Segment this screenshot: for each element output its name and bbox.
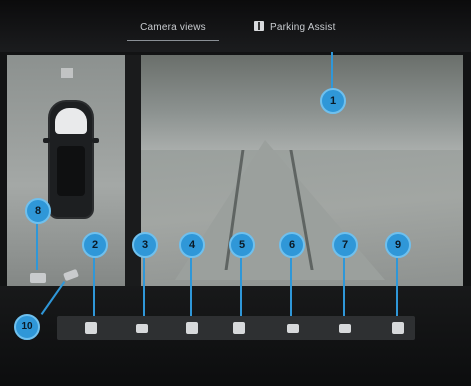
callout-1: 1 (320, 88, 346, 114)
vehicle-hood (55, 108, 87, 134)
callout-3: 3 (132, 232, 158, 258)
trash-icon[interactable] (85, 322, 97, 334)
vehicle-roof (57, 146, 85, 196)
car-top-icon[interactable] (287, 324, 299, 333)
view-divider (125, 55, 141, 317)
tab-parking-assist[interactable]: Parking Assist (254, 20, 366, 40)
parking-camera-screen: Camera views Parking Assist 1 8 2 3 4 5 (0, 0, 471, 386)
callout-4-leader (190, 258, 192, 316)
tab-camera-views-label: Camera views (140, 22, 206, 33)
camera-background-trees (141, 55, 463, 150)
callout-7: 7 (332, 232, 358, 258)
parking-assist-icon (254, 21, 264, 31)
callout-2-leader (93, 258, 95, 316)
top-view-marker (61, 68, 73, 78)
side-view-icon[interactable] (233, 322, 245, 334)
callout-5-leader (240, 258, 242, 316)
wheel-icon[interactable] (392, 322, 404, 334)
trailer-icon[interactable] (339, 324, 351, 333)
callout-6-leader (290, 258, 292, 316)
vehicle-mirror-left (43, 138, 50, 143)
callout-8: 8 (25, 198, 51, 224)
callout-7-leader (343, 258, 345, 316)
callout-10: 10 (14, 314, 40, 340)
vehicle-mirror-right (92, 138, 99, 143)
callout-3-leader (143, 258, 145, 316)
car-icon[interactable] (30, 273, 46, 283)
callout-6: 6 (279, 232, 305, 258)
callout-9-leader (396, 258, 398, 316)
tab-camera-views[interactable]: Camera views (127, 20, 219, 41)
top-bar: Camera views Parking Assist (0, 0, 471, 52)
callout-2: 2 (82, 232, 108, 258)
callout-4: 4 (179, 232, 205, 258)
vehicle-top-view (43, 100, 99, 219)
camera-road (175, 140, 385, 280)
callout-5: 5 (229, 232, 255, 258)
person-icon[interactable] (136, 324, 148, 333)
callout-9: 9 (385, 232, 411, 258)
rear-view-icon[interactable] (186, 322, 198, 334)
tab-parking-assist-label: Parking Assist (270, 22, 336, 33)
